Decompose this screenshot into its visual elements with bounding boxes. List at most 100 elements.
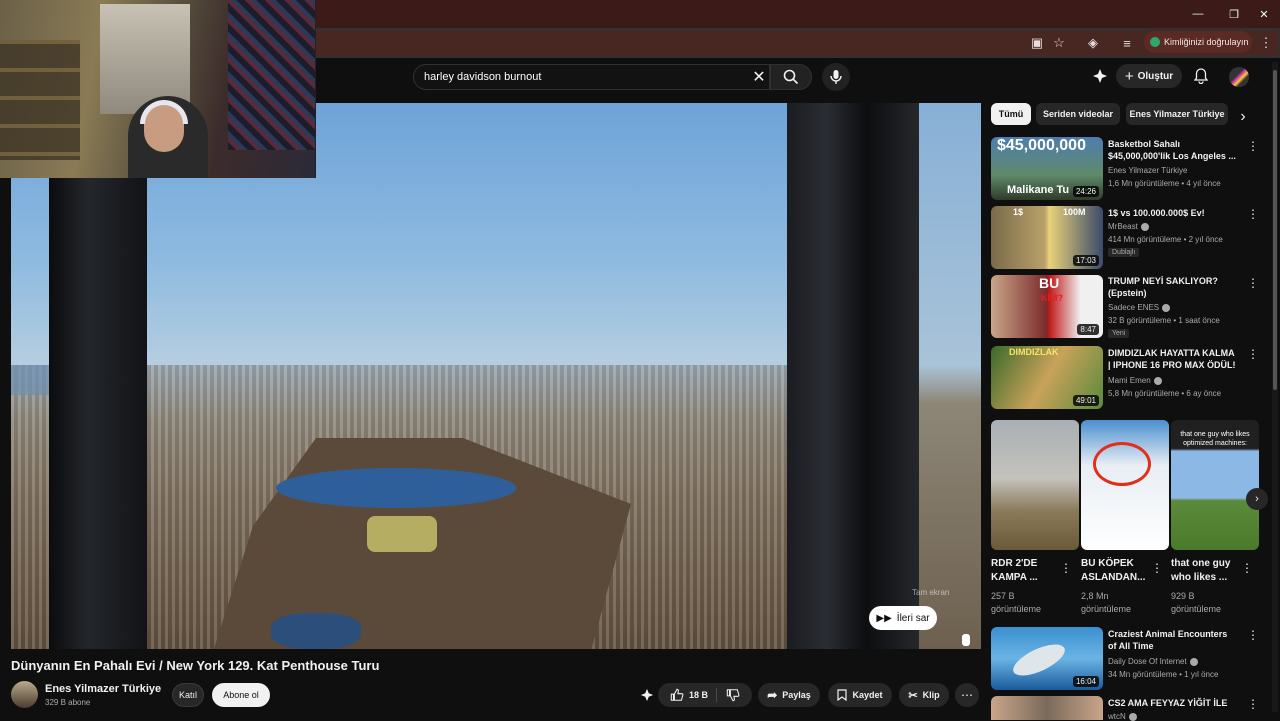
video-thumbnail: 16:04 (991, 627, 1103, 690)
account-avatar[interactable] (1229, 67, 1249, 87)
new-badge: Yeni (1108, 329, 1130, 338)
fullscreen-hint: Tam ekran (912, 588, 950, 597)
search-input[interactable]: harley davidson burnout (413, 64, 770, 90)
video-options-icon[interactable]: ⋮ (1247, 276, 1259, 290)
like-button[interactable]: 18 B (670, 688, 717, 702)
more-horizontal-icon: ⋯ (961, 688, 973, 702)
share-label: Paylaş (782, 690, 811, 700)
video-options-icon[interactable]: ⋮ (1247, 347, 1259, 361)
join-button[interactable]: Katıl (172, 683, 204, 707)
list-item[interactable]: BU KİM? 8:47 (991, 275, 1103, 338)
sparkle-ai-icon[interactable] (1090, 66, 1110, 86)
create-button[interactable]: + Oluştur (1116, 64, 1182, 88)
thumbnail-text: DIMDIZLAK (1009, 347, 1059, 357)
video-title[interactable]: DIMDIZLAK HAYATTA KALMA | IPHONE 16 PRO … (1108, 347, 1238, 371)
video-duration: 17:03 (1072, 255, 1099, 266)
webcam-shelf (0, 40, 80, 160)
profile-verify-chip[interactable]: Kimliğinizi doğrulayın (1144, 31, 1252, 53)
short-title[interactable]: that one guy who likes ... (1171, 557, 1243, 585)
video-options-icon[interactable]: ⋮ (1247, 207, 1259, 221)
page-scrollbar-thumb[interactable] (1273, 70, 1277, 390)
browser-menu-icon[interactable]: ⋮ (1257, 34, 1275, 52)
chip-series[interactable]: Seriden videolar (1036, 103, 1120, 125)
shorts-next-button[interactable]: › (1246, 488, 1268, 510)
video-title[interactable]: TRUMP NEYİ SAKLIYOR? (Epstein) (1108, 275, 1238, 299)
thumbnail-subtext: KİM? (1041, 293, 1063, 303)
save-button[interactable]: Kaydet (828, 683, 892, 707)
video-meta: 32 B görüntüleme • 1 saat önce (1108, 316, 1220, 325)
mouse-cursor-icon (962, 634, 970, 646)
video-frame-pond (271, 613, 361, 649)
chip-all[interactable]: Tümü (991, 103, 1031, 125)
short-views: 2,8 Mn görüntüleme (1081, 591, 1132, 614)
video-duration: 16:04 (1072, 676, 1099, 687)
clear-search-icon[interactable]: ✕ (748, 66, 770, 88)
video-duration: 24:26 (1072, 186, 1099, 197)
more-actions-button[interactable]: ⋯ (955, 683, 979, 707)
video-player[interactable] (11, 103, 981, 649)
video-options-icon[interactable]: ⋮ (1247, 628, 1259, 642)
close-window-icon[interactable]: ✕ (1256, 6, 1272, 22)
short-thumbnail[interactable] (1081, 420, 1169, 550)
ask-ai-icon[interactable] (638, 686, 656, 704)
video-thumbnail[interactable] (991, 696, 1103, 720)
short-options-icon[interactable]: ⋮ (1151, 561, 1163, 575)
list-item[interactable]: 16:04 (991, 627, 1103, 690)
video-thumbnail: 1$ 100M 17:03 (991, 206, 1103, 269)
verified-icon (1153, 376, 1162, 385)
list-item[interactable]: $45,000,000 Malikane Tu 24:26 (991, 137, 1103, 200)
video-options-icon[interactable]: ⋮ (1247, 139, 1259, 153)
video-meta: 34 Mn görüntüleme • 1 yıl önce (1108, 670, 1219, 679)
short-title[interactable]: RDR 2'DE KAMPA ... (991, 557, 1063, 585)
short-title[interactable]: BU KÖPEK ASLANDAN... (1081, 557, 1153, 585)
short-options-icon[interactable]: ⋮ (1241, 561, 1253, 575)
video-channel[interactable]: Daily Dose Of Internet (1108, 657, 1198, 666)
clip-button[interactable]: ✂ Klip (899, 683, 949, 707)
video-channel[interactable]: MrBeast (1108, 222, 1149, 231)
reading-list-icon[interactable]: ≡ (1118, 34, 1136, 52)
video-title[interactable]: 1$ vs 100.000.000$ Ev! (1108, 207, 1238, 219)
short-thumbnail[interactable]: that one guy who likes optimized machine… (1171, 420, 1259, 550)
video-thumbnail: DIMDIZLAK 49:01 (991, 346, 1103, 409)
verified-icon (1189, 657, 1198, 666)
video-meta: 1,6 Mn görüntüleme • 4 yıl önce (1108, 179, 1221, 188)
dubbed-badge: Dublajlı (1108, 248, 1140, 257)
plus-icon: + (1124, 67, 1134, 85)
short-options-icon[interactable]: ⋮ (1060, 561, 1072, 575)
skip-forward-button[interactable]: ▶▶ İleri sar (869, 606, 937, 630)
video-options-icon[interactable]: ⋮ (1247, 697, 1259, 711)
chevron-right-icon: › (1255, 493, 1259, 505)
list-item[interactable]: 1$ 100M 17:03 (991, 206, 1103, 269)
minimize-icon[interactable]: — (1190, 6, 1206, 22)
channel-avatar[interactable] (11, 681, 38, 708)
thumbnail-text: $45,000,000 (997, 137, 1086, 154)
install-app-icon[interactable]: ▣ (1028, 34, 1046, 52)
verified-icon (1128, 712, 1137, 721)
profile-chip-label: Kimliğinizi doğrulayın (1164, 37, 1249, 47)
video-duration: 49:01 (1072, 395, 1099, 406)
fast-forward-icon: ▶▶ (876, 612, 892, 624)
notifications-bell-icon[interactable] (1191, 66, 1211, 86)
video-frame-reservoir (276, 468, 516, 508)
bookmark-star-icon[interactable]: ☆ (1050, 34, 1068, 52)
short-views: 929 B görüntüleme (1171, 591, 1222, 614)
video-title[interactable]: CS2 AMA FEYYAZ YİĞİT İLE (1108, 697, 1238, 709)
share-button[interactable]: ➦ Paylaş (758, 683, 820, 707)
video-title[interactable]: Basketbol Sahalı $45,000,000'lik Los Ang… (1108, 138, 1238, 162)
thumbnail-text: BU (1039, 275, 1060, 291)
dislike-button[interactable] (722, 688, 740, 702)
video-channel[interactable]: Sadece ENES (1108, 303, 1171, 312)
list-item[interactable]: DIMDIZLAK 49:01 (991, 346, 1103, 409)
maximize-icon[interactable]: ❐ (1226, 6, 1242, 22)
search-button[interactable] (770, 64, 812, 90)
video-title[interactable]: Craziest Animal Encounters of All Time (1108, 628, 1238, 652)
extensions-icon[interactable]: ◈ (1084, 34, 1102, 52)
chips-next-icon[interactable]: › (1234, 108, 1252, 126)
voice-search-button[interactable] (822, 63, 850, 91)
chip-channel[interactable]: Enes Yilmazer Türkiye (1126, 103, 1228, 125)
short-thumbnail[interactable] (991, 420, 1079, 550)
video-channel[interactable]: Mami Emen (1108, 376, 1162, 385)
channel-name[interactable]: Enes Yilmazer Türkiye (45, 683, 161, 695)
video-channel[interactable]: Enes Yilmazer Türkiye (1108, 166, 1187, 175)
subscribe-button[interactable]: Abone ol (212, 683, 270, 707)
